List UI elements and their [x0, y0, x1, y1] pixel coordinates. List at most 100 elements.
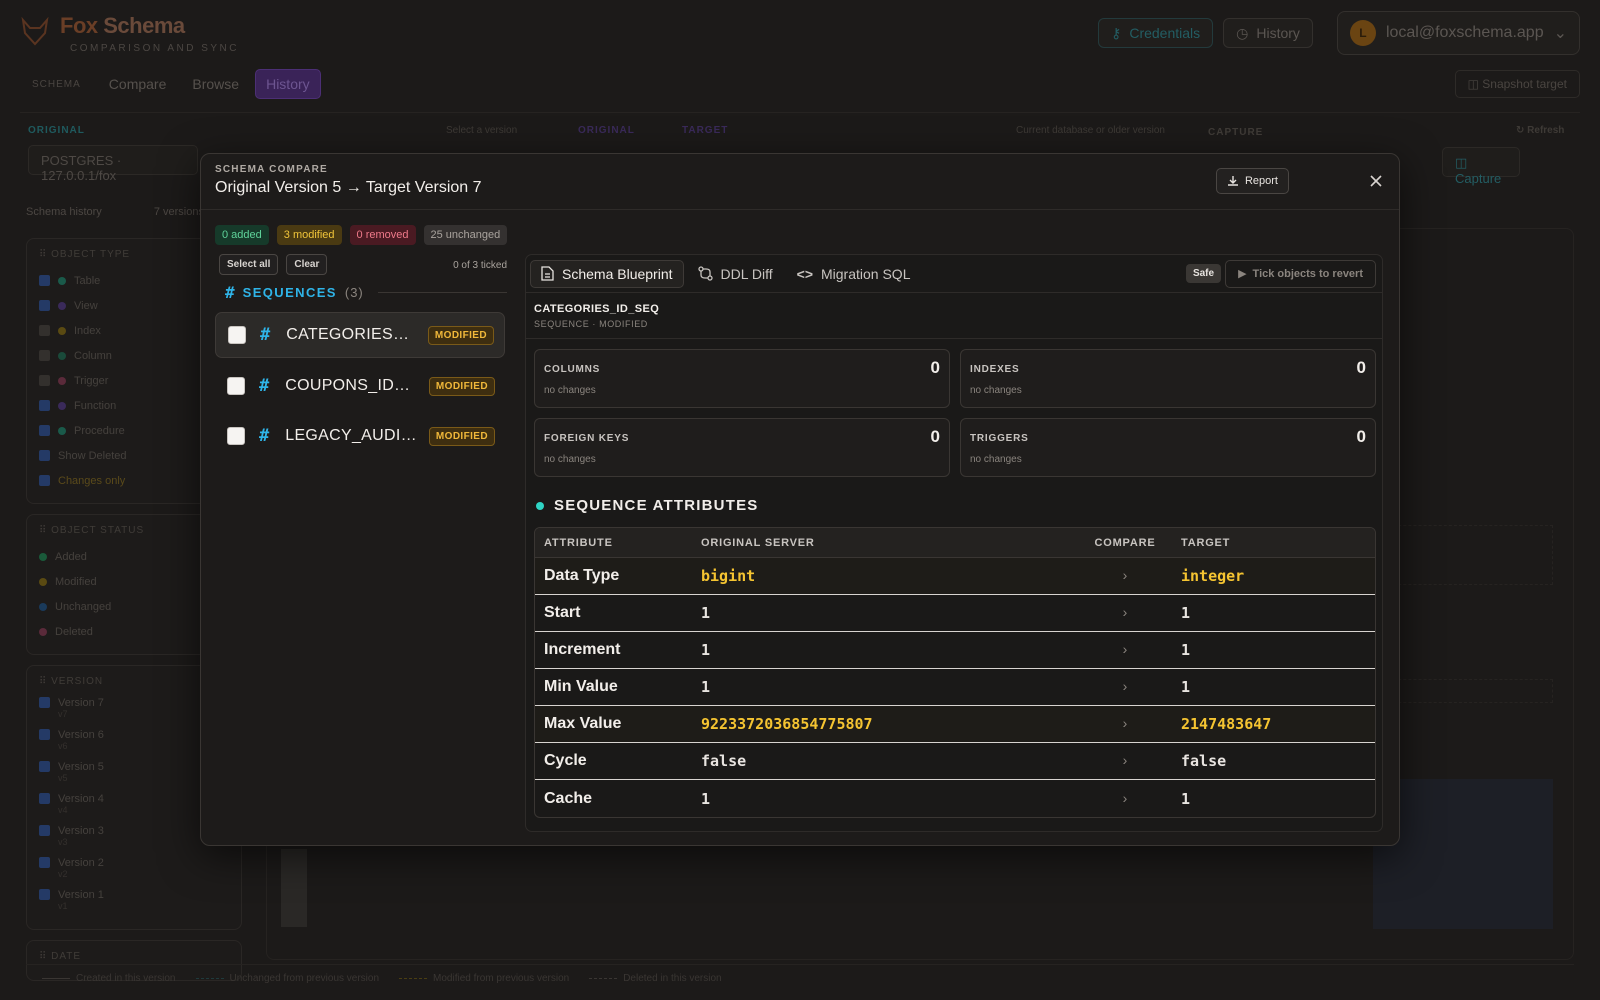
selected-object-name: CATEGORIES_ID_SEQ [534, 303, 660, 315]
table-row: Cycle false › false [535, 743, 1375, 780]
capture-label: CAPTURE [1208, 127, 1264, 138]
tab-schema-blueprint[interactable]: Schema Blueprint [530, 259, 684, 288]
stat-columns: COLUMNS 0 no changes [534, 349, 950, 408]
modal-title: Original Version 5 → Target Version 7 [215, 179, 482, 196]
close-button[interactable] [1363, 168, 1389, 194]
attribute-name: Increment [544, 641, 621, 658]
detail-panel: Schema Blueprint DDL Diff <> Migration S… [525, 254, 1383, 832]
status-badge: MODIFIED [428, 426, 495, 446]
hash-icon: # [259, 376, 270, 396]
tab-ddl-diff[interactable]: DDL Diff [688, 260, 783, 288]
brand-name: Fox Schema [60, 12, 185, 38]
modal-kicker: SCHEMA COMPARE [215, 164, 328, 175]
select-all-button[interactable]: Select all [219, 254, 279, 275]
history-icon: ◷ [1236, 24, 1249, 41]
safe-badge: Safe [1185, 264, 1222, 283]
nav-bar: SCHEMA Compare Browse History ◫ Snapshot… [20, 66, 1580, 102]
download-icon [1227, 176, 1238, 186]
schema-history-title: Schema history [26, 206, 102, 218]
table-row: Min Value 1 › 1 [535, 669, 1375, 706]
version-item[interactable]: Version 1 v1 [39, 887, 229, 919]
tab-browse[interactable]: Browse [182, 70, 249, 98]
added-count-badge: 0 added [215, 225, 269, 245]
table-row: Increment 1 › 1 [535, 632, 1375, 669]
attribute-name: Data Type [544, 567, 620, 584]
object-row-legacy-audit[interactable]: # LEGACY_AUDIT... MODIFIED [215, 413, 505, 459]
diff-icon [697, 266, 713, 281]
schema-compare-modal: SCHEMA COMPARE Original Version 5 → Targ… [200, 153, 1400, 846]
avatar: L [1349, 20, 1376, 46]
original-value: false [701, 752, 747, 770]
modal-header: SCHEMA COMPARE Original Version 5 → Targ… [201, 154, 1399, 210]
tab-compare[interactable]: Compare [99, 70, 177, 98]
object-checkbox[interactable] [228, 326, 246, 344]
original-value: 1 [701, 789, 711, 808]
clear-button[interactable]: Clear [286, 254, 328, 275]
target-value: 1 [1181, 641, 1191, 659]
chevron-right-icon: › [1122, 789, 1128, 806]
chevron-right-icon: › [1122, 604, 1128, 620]
tab-history[interactable]: History [255, 69, 321, 99]
legend-modified: Modified from previous version [399, 973, 569, 984]
target-label: TARGET [682, 125, 729, 136]
chevron-right-icon: › [1122, 678, 1128, 694]
attributes-table: ATTRIBUTE ORIGINAL SERVER COMPARE TARGET… [534, 527, 1376, 818]
target-value: 1 [1181, 604, 1191, 622]
brand-subtitle: COMPARISON AND SYNC [70, 42, 239, 54]
ticked-count: 0 of 3 ticked [453, 260, 507, 271]
object-row-categories[interactable]: # CATEGORIES_ID... MODIFIED [215, 312, 505, 358]
removed-count-badge: 0 removed [349, 225, 416, 245]
original-label: ORIGINAL [28, 125, 85, 136]
target-value: integer [1181, 567, 1245, 585]
report-button[interactable]: Report [1215, 168, 1289, 194]
top-bar: Fox Schema COMPARISON AND SYNC ⚷ Credent… [0, 0, 1600, 66]
status-dot [536, 501, 544, 510]
user-menu[interactable]: L local@foxschema.app ⌄ [1336, 11, 1580, 55]
detail-tabs: Schema Blueprint DDL Diff <> Migration S… [526, 255, 1382, 293]
target-value: 1 [1181, 678, 1191, 696]
attribute-name: Max Value [544, 715, 622, 732]
history-button[interactable]: ◷ History [1223, 18, 1313, 48]
direction-label: ORIGINAL [578, 125, 635, 136]
version-item[interactable]: Version 2 v2 [39, 855, 229, 887]
original-select[interactable]: POSTGRES · 127.0.0.1/fox [28, 145, 198, 183]
minimap[interactable] [1373, 779, 1553, 929]
object-row-coupons[interactable]: # COUPONS_ID_S... MODIFIED [215, 363, 505, 409]
attribute-name: Cycle [544, 752, 587, 769]
stat-foreign-keys: FOREIGN KEYS 0 no changes [534, 418, 950, 477]
original-value: 1 [701, 604, 711, 622]
table-row: Start 1 › 1 [535, 595, 1375, 632]
summary-badges: 0 added 3 modified 0 removed 25 unchange… [215, 225, 508, 245]
attribute-name: Cache [544, 789, 593, 807]
unchanged-count-badge: 25 unchanged [423, 225, 508, 245]
hash-icon: # [259, 426, 270, 446]
target-value: 2147483647 [1181, 715, 1272, 733]
user-email: local@foxschema.app [1385, 24, 1544, 41]
status-badge: MODIFIED [427, 325, 494, 345]
attribute-name: Min Value [544, 678, 618, 695]
object-checkbox[interactable] [227, 377, 245, 395]
snapshot-target-button[interactable]: ◫ Snapshot target [1454, 70, 1580, 98]
original-value: 1 [701, 641, 711, 659]
target-value: false [1181, 752, 1227, 770]
canvas-node-group [1373, 679, 1553, 703]
logo: Fox Schema COMPARISON AND SYNC [20, 13, 239, 54]
sequence-attributes-header: SEQUENCE ATTRIBUTES [536, 497, 758, 514]
original-hint: Select a version [446, 125, 518, 136]
table-row: Data Type bigint › integer [535, 558, 1375, 595]
selected-object-header: CATEGORIES_ID_SEQ SEQUENCE · MODIFIED [526, 293, 1382, 339]
target-value: 1 [1181, 789, 1191, 808]
refresh-button[interactable]: ↻ Refresh [1516, 125, 1564, 136]
nav-section-label: SCHEMA [32, 78, 81, 90]
canvas-bar [281, 849, 307, 927]
revert-button[interactable]: ▶ Tick objects to revert [1225, 259, 1376, 288]
close-icon [1370, 175, 1382, 187]
chevron-right-icon: › [1122, 641, 1128, 657]
credentials-button[interactable]: ⚷ Credentials [1098, 18, 1214, 48]
legend-unchanged: Unchanged from previous version [195, 973, 379, 984]
tab-migration-sql[interactable]: <> Migration SQL [787, 260, 921, 288]
capture-button[interactable]: ◫ Capture [1442, 147, 1520, 186]
selected-object-meta: SEQUENCE · MODIFIED [534, 319, 648, 329]
object-checkbox[interactable] [227, 427, 245, 445]
table-row: Max Value 9223372036854775807 › 2147483647 [535, 706, 1375, 743]
